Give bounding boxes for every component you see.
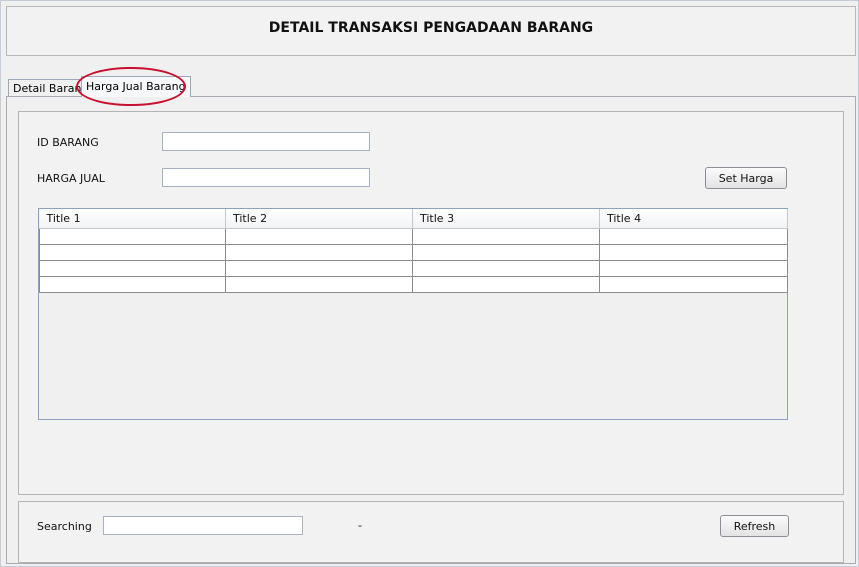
id-barang-label: ID BARANG [37, 136, 99, 149]
table-cell[interactable] [39, 260, 226, 277]
table-cell[interactable] [225, 276, 413, 293]
harga-jual-field[interactable] [162, 168, 370, 187]
tab-harga-jual-barang[interactable]: Harga Jual Barang [81, 76, 191, 97]
column-header[interactable]: Title 2 [225, 209, 413, 229]
table-cell[interactable] [225, 228, 413, 245]
column-header[interactable]: Title 4 [599, 209, 788, 229]
table-cell[interactable] [39, 228, 226, 245]
table-cell[interactable] [599, 260, 788, 277]
table-cell[interactable] [412, 244, 600, 261]
table-cell[interactable] [225, 260, 413, 277]
column-header[interactable]: Title 3 [412, 209, 600, 229]
set-harga-button[interactable]: Set Harga [705, 167, 787, 189]
table-header-row: Title 1 Title 2 Title 3 Title 4 [39, 209, 788, 229]
column-header[interactable]: Title 1 [39, 209, 226, 229]
table-row[interactable] [39, 276, 788, 293]
header-panel: DETAIL TRANSAKSI PENGADAAN BARANG [6, 6, 856, 56]
table-row[interactable] [39, 228, 788, 245]
table-row[interactable] [39, 260, 788, 277]
searching-label: Searching [37, 520, 92, 533]
table-cell[interactable] [225, 244, 413, 261]
search-status-text: - [358, 519, 362, 532]
table-row[interactable] [39, 244, 788, 261]
search-input[interactable] [103, 516, 303, 535]
table-cell[interactable] [412, 260, 600, 277]
table-cell[interactable] [412, 276, 600, 293]
table-cell[interactable] [599, 244, 788, 261]
table-cell[interactable] [412, 228, 600, 245]
table-cell[interactable] [39, 244, 226, 261]
id-barang-field[interactable] [162, 132, 370, 151]
table-cell[interactable] [39, 276, 226, 293]
page-title: DETAIL TRANSAKSI PENGADAAN BARANG [268, 20, 594, 36]
refresh-button[interactable]: Refresh [720, 515, 789, 537]
table-cell[interactable] [599, 228, 788, 245]
table-cell[interactable] [599, 276, 788, 293]
harga-jual-label: HARGA JUAL [37, 172, 105, 185]
data-table: Title 1 Title 2 Title 3 Title 4 [38, 208, 788, 420]
